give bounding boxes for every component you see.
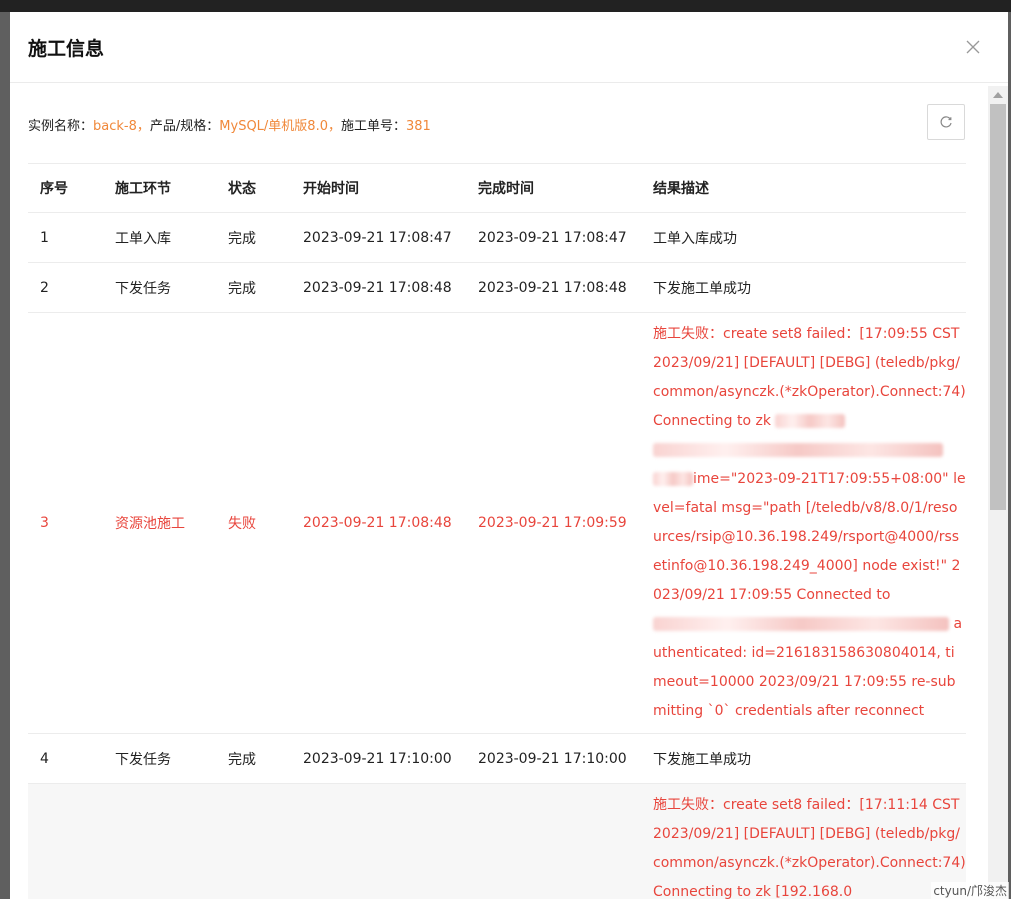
cell-no: 1: [28, 212, 103, 263]
cell-end: 2023-09-21 17:08:48: [466, 262, 641, 313]
close-icon: [966, 40, 980, 54]
cell-status: 失败: [216, 312, 291, 734]
redacted-text: [653, 472, 693, 486]
redacted-text: [775, 414, 846, 428]
col-header-status: 状态: [216, 163, 291, 213]
construction-info-dialog: 施工信息 实例名称：back-8，产品/规格：MySQL/单机版8.0，施工单号…: [10, 12, 1008, 899]
table-row: 1 工单入库 完成 2023-09-21 17:08:47 2023-09-21…: [28, 212, 966, 263]
table-row: 施工失败：create set8 failed：[17:11:14 CST 20…: [28, 783, 966, 899]
cell-step: 工单入库: [103, 212, 216, 263]
vertical-scrollbar[interactable]: [988, 86, 1008, 899]
cell-no: [28, 783, 103, 899]
refresh-button[interactable]: [927, 104, 965, 140]
scrollbar-thumb[interactable]: [990, 104, 1006, 510]
cell-step: 下发任务: [103, 262, 216, 313]
failure-text-part: authenticated: id=216183158630804014, ti…: [653, 616, 963, 719]
cell-status: [216, 783, 291, 899]
cell-desc: 施工失败：create set8 failed：[17:11:14 CST 20…: [641, 783, 966, 899]
cell-end: 2023-09-21 17:09:59: [466, 312, 641, 734]
cell-end: [466, 783, 641, 899]
cell-start: 2023-09-21 17:08:48: [291, 312, 466, 734]
redacted-text: [653, 617, 949, 631]
close-button[interactable]: [964, 38, 982, 56]
cell-status: 完成: [216, 733, 291, 784]
col-header-step: 施工环节: [103, 163, 216, 213]
scroll-up-arrow-icon[interactable]: [993, 92, 1003, 98]
cell-start: 2023-09-21 17:08:48: [291, 262, 466, 313]
table-row-failed: 3 资源池施工 失败 2023-09-21 17:08:48 2023-09-2…: [28, 312, 966, 734]
page-backdrop: [0, 0, 1011, 12]
cell-status: 完成: [216, 262, 291, 313]
cell-start: 2023-09-21 17:08:47: [291, 212, 466, 263]
cell-step: 资源池施工: [103, 312, 216, 734]
failure-description: 施工失败：create set8 failed：[17:09:55 CST 20…: [653, 313, 966, 733]
table-header-row: 序号 施工环节 状态 开始时间 完成时间 结果描述: [28, 163, 966, 213]
col-header-desc: 结果描述: [641, 163, 966, 213]
instance-info: 实例名称：back-8，产品/规格：MySQL/单机版8.0，施工单号：381: [28, 115, 431, 134]
cell-no: 4: [28, 733, 103, 784]
col-header-no: 序号: [28, 163, 103, 213]
table-row: 4 下发任务 完成 2023-09-21 17:10:00 2023-09-21…: [28, 733, 966, 784]
cell-end: 2023-09-21 17:08:47: [466, 212, 641, 263]
table-row: 2 下发任务 完成 2023-09-21 17:08:48 2023-09-21…: [28, 262, 966, 313]
cell-desc: 下发施工单成功: [641, 733, 966, 784]
spec-label: 产品/规格：: [149, 119, 220, 134]
order-value: 381: [406, 119, 431, 134]
failure-description: 施工失败：create set8 failed：[17:11:14 CST 20…: [653, 797, 966, 899]
instance-label: 实例名称：: [28, 119, 94, 134]
dialog-header: 施工信息: [10, 12, 1008, 83]
separator: ，: [136, 119, 150, 134]
cell-no: 2: [28, 262, 103, 313]
redacted-text: [653, 443, 943, 457]
watermark: ctyun/邝浚杰: [931, 882, 1009, 899]
cell-no: 3: [28, 312, 103, 734]
cell-step: [103, 783, 216, 899]
failure-text-part: ime="2023-09-21T17:09:55+08:00" level=fa…: [653, 471, 966, 603]
cell-start: 2023-09-21 17:10:00: [291, 733, 466, 784]
refresh-icon: [940, 116, 952, 128]
cell-end: 2023-09-21 17:10:00: [466, 733, 641, 784]
spec-value: MySQL/单机版8.0: [219, 119, 328, 134]
order-label: 施工单号：: [341, 119, 407, 134]
cell-desc: 施工失败：create set8 failed：[17:09:55 CST 20…: [641, 312, 966, 734]
dialog-title: 施工信息: [28, 38, 105, 60]
cell-status: 完成: [216, 212, 291, 263]
separator: ，: [327, 119, 341, 134]
col-header-end: 完成时间: [466, 163, 641, 213]
cell-desc: 工单入库成功: [641, 212, 966, 263]
instance-value: back-8: [93, 119, 137, 134]
col-header-start: 开始时间: [291, 163, 466, 213]
cell-start: [291, 783, 466, 899]
cell-desc: 下发施工单成功: [641, 262, 966, 313]
construction-table: 序号 施工环节 状态 开始时间 完成时间 结果描述 1 工单入库 完成 2023…: [28, 163, 966, 899]
cell-step: 下发任务: [103, 733, 216, 784]
